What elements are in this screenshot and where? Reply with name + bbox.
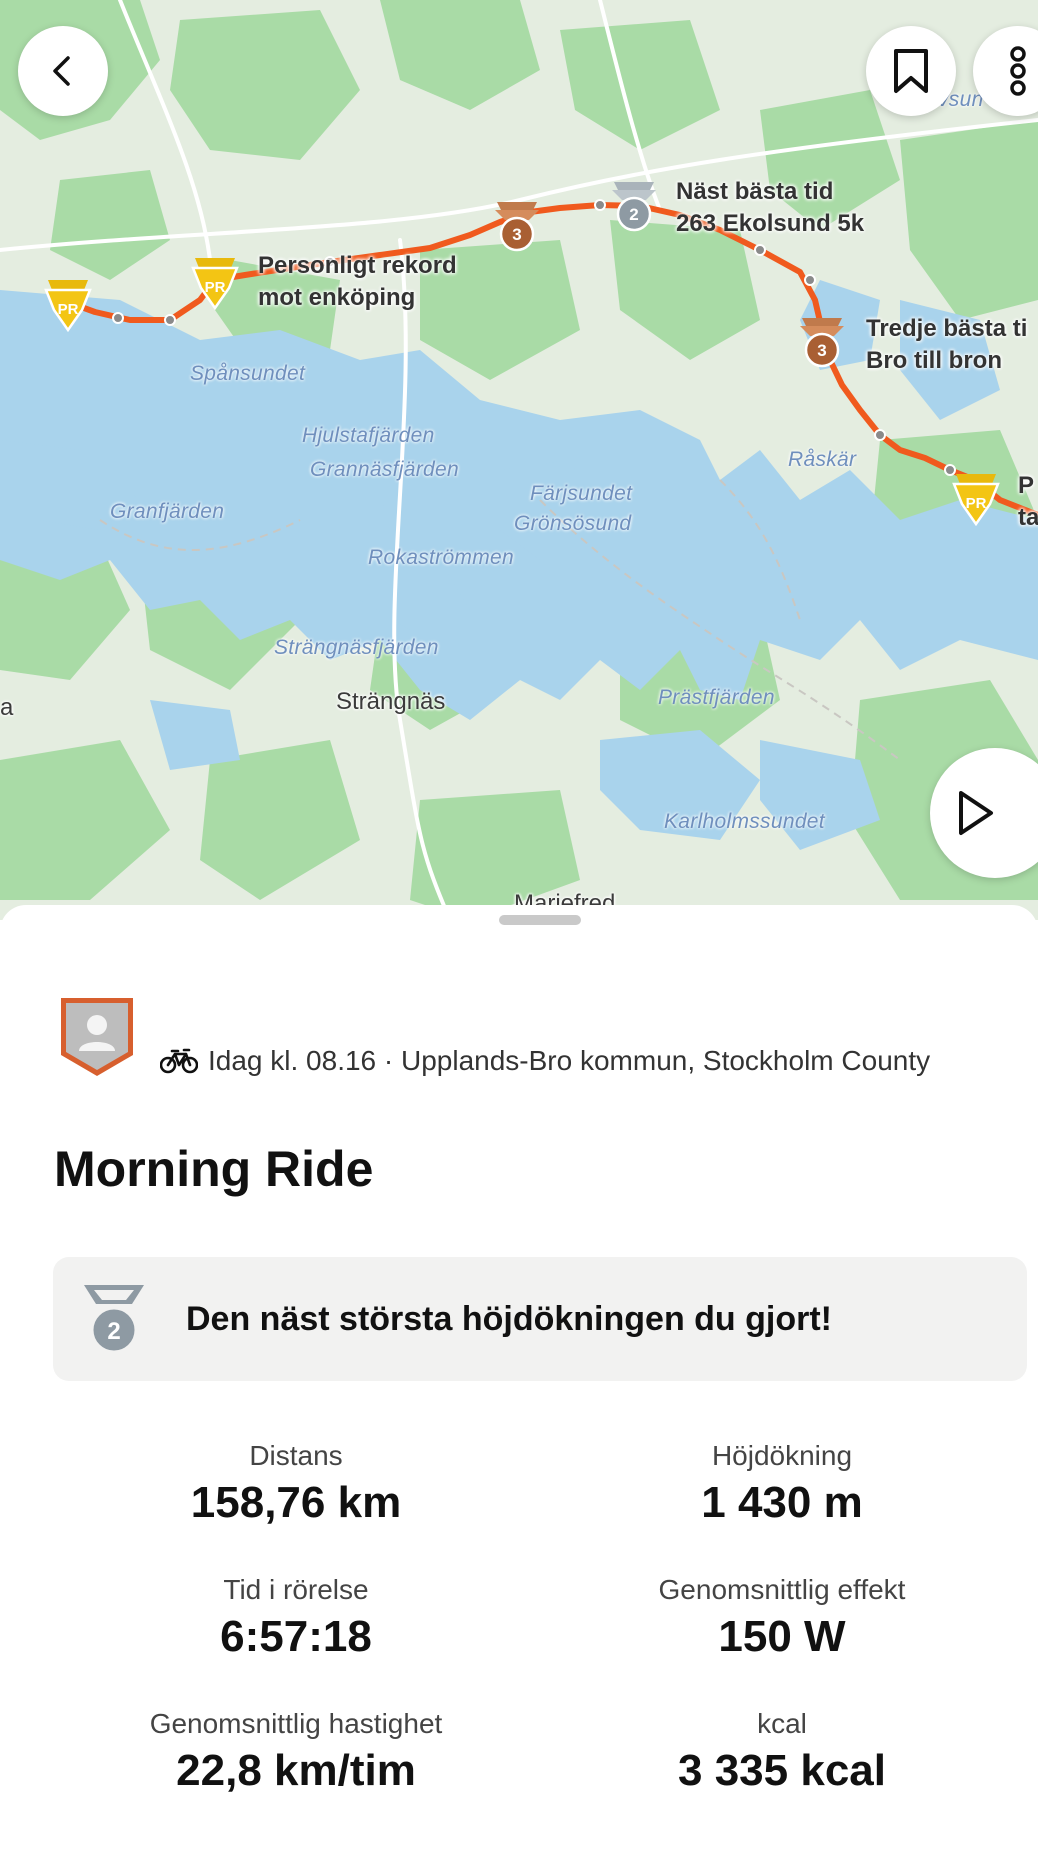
stat-avg-power: Genomsnittlig effekt 150 W — [542, 1574, 1022, 1662]
activity-meta: Idag kl. 08.16 · Upplands-Bro kommun, St… — [160, 1045, 930, 1077]
map-background — [0, 0, 1038, 920]
stat-label: Genomsnittlig effekt — [658, 1574, 906, 1605]
stat-distance: Distans 158,76 km — [56, 1440, 536, 1528]
more-vertical-icon — [1010, 46, 1026, 96]
segment-label-edge[interactable]: P ta — [1018, 470, 1038, 534]
map-label-prastfjarden: Prästfjärden — [658, 686, 775, 709]
bronze-medal-icon[interactable]: 3 — [491, 198, 543, 254]
pr-medal-icon[interactable]: PR — [42, 276, 94, 332]
route-map[interactable]: Spånsundet Hjulstafjärden Grannäsfjärden… — [0, 0, 1038, 920]
stat-label: Distans — [249, 1440, 343, 1471]
play-icon — [959, 791, 993, 835]
silver-medal-icon[interactable]: 2 — [608, 178, 660, 234]
segment-line1: Näst bästa tid — [676, 178, 834, 205]
map-label-raskar: Råskär — [788, 448, 857, 471]
sheet-drag-handle[interactable] — [499, 915, 581, 925]
stat-label: Genomsnittlig hastighet — [149, 1708, 443, 1739]
stat-value: 3 335 kcal — [678, 1746, 886, 1795]
bronze-medal-icon[interactable]: 3 — [796, 314, 848, 370]
map-label-edge-left: a — [0, 694, 14, 721]
stat-elevation: Höjdökning 1 430 m — [542, 1440, 1022, 1528]
stat-value: 158,76 km — [190, 1478, 402, 1527]
achievement-banner[interactable]: 2 Den näst största höjdökningen du gjort… — [53, 1257, 1027, 1381]
map-label-granfjarden: Granfjärden — [110, 500, 225, 523]
stat-label: kcal — [757, 1708, 807, 1739]
svg-text:PR: PR — [205, 279, 226, 296]
map-label-farjsundet: Färjsundet — [530, 482, 633, 505]
map-label-karlholmssundet: Karlholmssundet — [664, 810, 825, 833]
segment-line1: P — [1018, 472, 1035, 499]
segment-label-bro-till-bron[interactable]: Tredje bästa ti Bro till bron — [866, 313, 1027, 377]
bike-icon — [160, 1048, 198, 1074]
map-town-strangnas: Strängnäs — [336, 688, 446, 715]
stat-avg-speed: Genomsnittlig hastighet 22,8 km/tim — [56, 1708, 536, 1796]
segment-line1: Personligt rekord — [258, 252, 457, 279]
stat-value: 22,8 km/tim — [176, 1746, 416, 1795]
back-button[interactable] — [18, 26, 108, 116]
activity-meta-text: Idag kl. 08.16 · Upplands-Bro kommun, St… — [208, 1045, 931, 1076]
activity-title: Morning Ride — [54, 1141, 374, 1197]
segment-line2: 263 Ekolsund 5k — [676, 210, 865, 237]
segment-label-pr-enkoping[interactable]: Personligt rekord mot enköping — [258, 250, 457, 314]
svg-text:3: 3 — [817, 341, 826, 360]
map-label-strangnasfjarden: Strängnäsfjärden — [274, 636, 439, 659]
stat-value: 1 430 m — [701, 1478, 863, 1527]
bookmark-button[interactable] — [866, 26, 956, 116]
stat-moving-time: Tid i rörelse 6:57:18 — [56, 1574, 536, 1662]
segment-label-ekolsund[interactable]: Näst bästa tid 263 Ekolsund 5k — [676, 176, 864, 240]
map-label-spansundet: Spånsundet — [190, 362, 306, 385]
segment-line2: Bro till bron — [866, 347, 1002, 374]
map-label-hjulstafjarden: Hjulstafjärden — [302, 424, 435, 447]
svg-text:2: 2 — [629, 205, 638, 224]
stat-label: Tid i rörelse — [223, 1574, 369, 1605]
segment-line2: mot enköping — [258, 284, 416, 311]
stat-value: 150 W — [718, 1612, 846, 1661]
achievement-text: Den näst största höjdökningen du gjort! — [186, 1299, 832, 1338]
stat-calories: kcal 3 335 kcal — [542, 1708, 1022, 1796]
map-label-grannasfjarden: Grannäsfjärden — [310, 458, 459, 481]
map-label-gronsosund: Grönsösund — [514, 512, 632, 535]
segment-line2: ta — [1018, 504, 1038, 531]
segment-line1: Tredje bästa ti — [866, 315, 1028, 342]
svg-text:2: 2 — [107, 1318, 120, 1345]
chevron-left-icon — [53, 56, 70, 86]
activity-sheet: Idag kl. 08.16 · Upplands-Bro kommun, St… — [0, 905, 1038, 1850]
pr-medal-icon[interactable]: PR — [189, 254, 241, 310]
svg-text:PR: PR — [966, 495, 987, 512]
avatar[interactable] — [58, 995, 136, 1079]
stat-label: Höjdökning — [711, 1440, 853, 1471]
svg-text:PR: PR — [58, 301, 79, 318]
pr-medal-icon[interactable]: PR — [950, 470, 1002, 526]
map-label-rokastrommen: Rokaströmmen — [368, 546, 514, 569]
stat-value: 6:57:18 — [220, 1612, 372, 1661]
svg-text:3: 3 — [512, 225, 521, 244]
bookmark-icon — [894, 49, 928, 93]
silver-medal-icon: 2 — [80, 1282, 148, 1356]
